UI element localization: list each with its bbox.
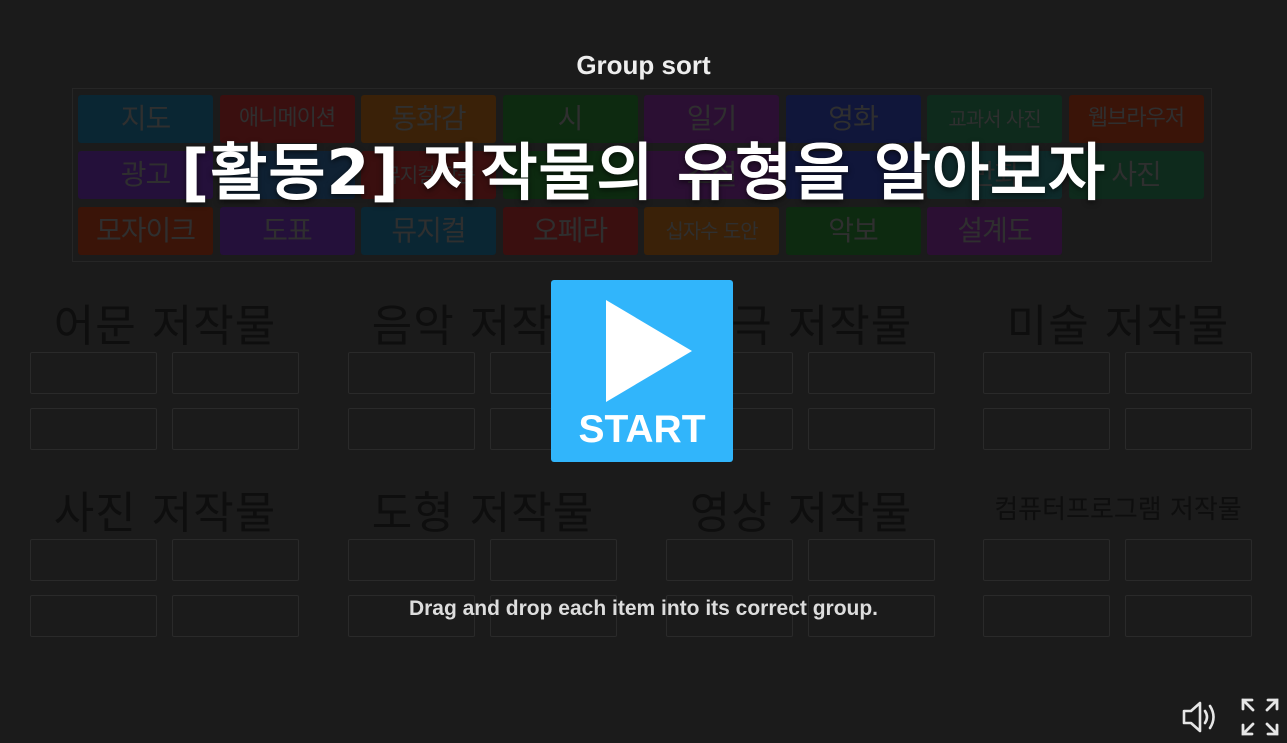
drop-slot[interactable] — [30, 352, 157, 394]
item-tile[interactable]: 도표 — [219, 207, 355, 255]
category-title: 미술 저작물 — [1006, 301, 1230, 352]
activity-title: [활동2] 저작물의 유형을 알아보자 — [180, 136, 1107, 209]
play-icon — [606, 300, 692, 402]
category-title: 컴퓨터프로그램 저작물 — [994, 495, 1242, 525]
speaker-icon[interactable] — [1180, 697, 1220, 737]
drop-slot[interactable] — [808, 408, 935, 450]
item-tile[interactable]: 십자수 도안 — [644, 207, 779, 255]
drop-slot[interactable] — [1125, 408, 1252, 450]
drop-slot[interactable] — [1125, 539, 1252, 581]
drop-slot[interactable] — [983, 352, 1110, 394]
item-tile[interactable]: 악보 — [785, 207, 921, 255]
start-button-label: START — [578, 408, 706, 451]
item-tile[interactable]: 오페라 — [502, 207, 638, 255]
category-title: 영상 저작물 — [689, 488, 913, 539]
item-tile[interactable]: 뮤지컬 — [361, 207, 496, 255]
drop-slot[interactable] — [30, 408, 157, 450]
drop-slot[interactable] — [666, 539, 793, 581]
drop-slot[interactable] — [808, 352, 935, 394]
drop-slot[interactable] — [808, 539, 935, 581]
drop-slot[interactable] — [983, 539, 1110, 581]
activity-type-label: Group sort — [576, 50, 711, 80]
drop-slot[interactable] — [348, 408, 475, 450]
start-button[interactable]: START — [551, 280, 733, 462]
drop-slot[interactable] — [172, 408, 299, 450]
item-tile[interactable]: 모자이크 — [78, 207, 213, 255]
fullscreen-icon[interactable] — [1240, 697, 1280, 737]
category-title: 도형 저작물 — [371, 488, 595, 539]
drop-slot[interactable] — [490, 539, 617, 581]
category-title: 사진 저작물 — [53, 488, 277, 539]
drop-slot[interactable] — [348, 352, 475, 394]
instructions-text: Drag and drop each item into its correct… — [408, 597, 879, 620]
drop-slot[interactable] — [30, 539, 157, 581]
item-tile[interactable]: 설계도 — [927, 207, 1062, 255]
drop-slot[interactable] — [983, 408, 1110, 450]
drop-slot[interactable] — [1125, 352, 1252, 394]
category-title: 어문 저작물 — [53, 301, 277, 352]
drop-slot[interactable] — [348, 539, 475, 581]
drop-slot[interactable] — [172, 539, 299, 581]
drop-slot[interactable] — [172, 352, 299, 394]
